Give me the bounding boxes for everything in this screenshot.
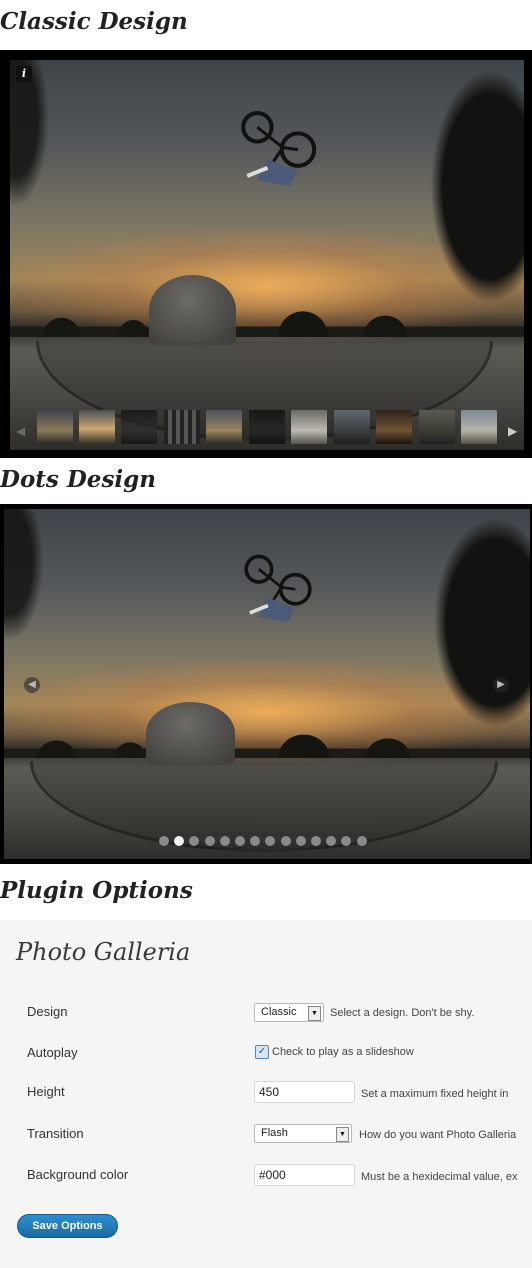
- bmx-rider: [240, 110, 316, 186]
- info-icon[interactable]: i: [16, 66, 32, 82]
- height-input[interactable]: 450: [254, 1081, 355, 1103]
- main-photo[interactable]: i: [10, 60, 524, 450]
- autoplay-checkbox[interactable]: ✓: [255, 1045, 269, 1059]
- thumbnail[interactable]: [164, 410, 200, 444]
- pagination-dot[interactable]: [357, 836, 367, 846]
- arrow-left-icon[interactable]: ◀: [16, 424, 25, 438]
- classic-design-heading: Classic Design: [0, 8, 188, 35]
- arrow-right-icon[interactable]: ▶: [508, 424, 517, 438]
- design-select-value: Classic: [261, 1006, 297, 1018]
- plugin-options-heading: Plugin Options: [0, 877, 193, 904]
- thumbnail[interactable]: [249, 410, 285, 444]
- pagination-dot[interactable]: [220, 836, 230, 846]
- main-photo[interactable]: [4, 509, 530, 859]
- thumbnail[interactable]: [461, 410, 497, 444]
- chevron-down-icon: ▼: [336, 1127, 349, 1142]
- pagination-dot[interactable]: [174, 836, 184, 846]
- design-select[interactable]: Classic ▼: [254, 1003, 324, 1022]
- pagination-dot[interactable]: [326, 836, 336, 846]
- arrow-left-icon[interactable]: ◀: [24, 677, 40, 693]
- autoplay-label: Autoplay: [27, 1045, 78, 1060]
- height-help: Set a maximum fixed height in: [361, 1088, 509, 1100]
- background-color-help: Must be a hexidecimal value, ex: [361, 1171, 518, 1183]
- transition-select[interactable]: Flash ▼: [254, 1124, 352, 1143]
- dots-gallery: [0, 504, 532, 864]
- save-options-button[interactable]: Save Options: [17, 1214, 118, 1238]
- chevron-down-icon: ▼: [308, 1006, 321, 1021]
- classic-gallery: i: [0, 50, 532, 458]
- thumbnail[interactable]: [79, 410, 115, 444]
- thumbnail[interactable]: [376, 410, 412, 444]
- arrow-right-icon[interactable]: ▶: [493, 677, 509, 693]
- thumbnail[interactable]: [37, 410, 73, 444]
- design-help: Select a design. Don't be shy.: [330, 1007, 475, 1019]
- height-label: Height: [27, 1084, 65, 1099]
- pagination-dot[interactable]: [265, 836, 275, 846]
- panel-title: Photo Galleria: [16, 938, 191, 966]
- background-color-input[interactable]: #000: [254, 1164, 355, 1186]
- autoplay-help: Check to play as a slideshow: [272, 1046, 414, 1058]
- bmx-rider: [244, 554, 313, 622]
- thumbnail[interactable]: [121, 410, 157, 444]
- pagination-dot[interactable]: [189, 836, 199, 846]
- transition-select-value: Flash: [261, 1127, 288, 1139]
- thumbnail[interactable]: [291, 410, 327, 444]
- background-color-label: Background color: [27, 1167, 129, 1182]
- thumbnail[interactable]: [419, 410, 455, 444]
- pagination-dot[interactable]: [341, 836, 351, 846]
- transition-help: How do you want Photo Galleria: [359, 1129, 517, 1141]
- transition-label: Transition: [27, 1126, 84, 1141]
- pagination-dot[interactable]: [296, 836, 306, 846]
- thumbnail[interactable]: [206, 410, 242, 444]
- pagination-dot[interactable]: [159, 836, 169, 846]
- design-label: Design: [27, 1004, 68, 1019]
- pagination-dot[interactable]: [311, 836, 321, 846]
- pagination-dot[interactable]: [235, 836, 245, 846]
- pagination-dot[interactable]: [250, 836, 260, 846]
- pagination-dot[interactable]: [205, 836, 215, 846]
- thumbnail[interactable]: [334, 410, 370, 444]
- pagination-dot[interactable]: [281, 836, 291, 846]
- dots-design-heading: Dots Design: [0, 466, 156, 493]
